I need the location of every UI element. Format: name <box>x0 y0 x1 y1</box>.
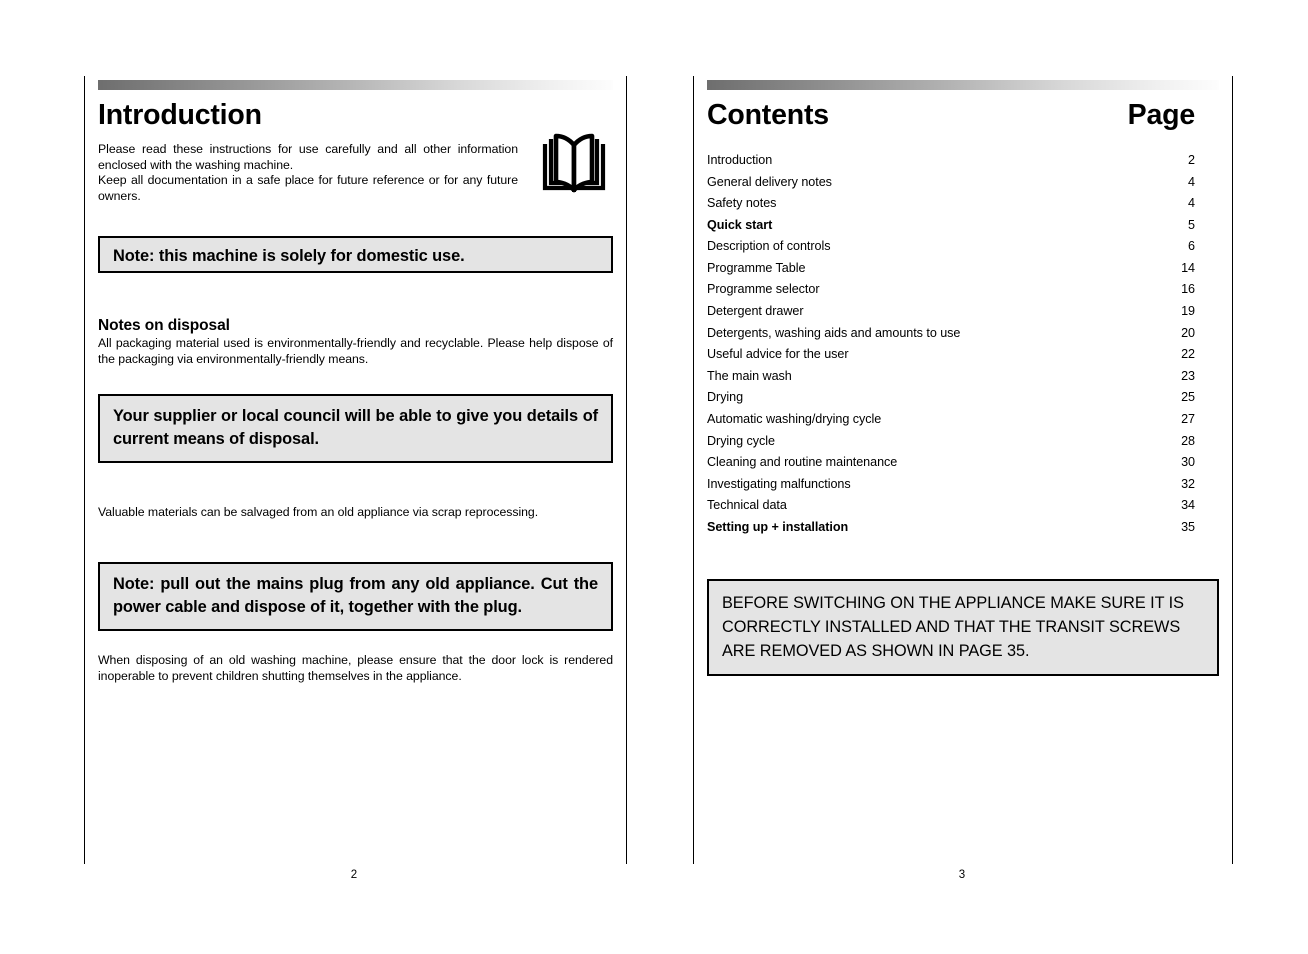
left-page-right-rule <box>625 76 627 864</box>
toc-entry-label: Safety notes <box>707 196 777 211</box>
toc-entry-label: Setting up + installation <box>707 520 849 535</box>
right-page-content: Contents Page Introduction 2 General deliv… <box>707 76 1219 864</box>
callout-transit-warning-text: BEFORE SWITCHING ON THE APPLIANCE MAKE S… <box>722 593 1184 660</box>
toc-row[interactable]: Setting up + installation 35 <box>707 517 1219 539</box>
toc-entry-page: 32 <box>1181 476 1195 491</box>
toc-entry-page: 34 <box>1181 498 1195 513</box>
toc-row[interactable]: General delivery notes 4 <box>707 172 1219 194</box>
disposal-heading: Notes on disposal <box>98 317 230 335</box>
toc-entry-label: Programme Table <box>707 260 806 275</box>
manual-spread: Introduction Please read these instructi… <box>0 0 1308 954</box>
toc-entry-page: 20 <box>1181 325 1195 340</box>
toc-entry-label: General delivery notes <box>707 174 832 189</box>
toc-row[interactable]: Safety notes 4 <box>707 193 1219 215</box>
toc-entry-label: Programme selector <box>707 282 820 297</box>
callout-mains-plug-text: Note: pull out the mains plug from any o… <box>113 575 598 617</box>
toc-row[interactable]: The main wash 23 <box>707 366 1219 388</box>
right-page-right-rule <box>1231 76 1233 864</box>
toc-entry-label: Detergent drawer <box>707 304 804 319</box>
toc-entry-page: 19 <box>1181 304 1195 319</box>
header-gradient-bar <box>98 80 613 90</box>
book-spine <box>572 142 576 192</box>
toc-entry-label: Introduction <box>707 152 773 167</box>
callout-transit-warning: BEFORE SWITCHING ON THE APPLIANCE MAKE S… <box>707 578 1219 676</box>
toc-row[interactable]: Programme Table 14 <box>707 258 1219 280</box>
callout-domestic-use: Note: this machine is solely for domesti… <box>98 236 613 274</box>
toc-entry-label: Quick start <box>707 217 773 232</box>
toc-entry-page: 16 <box>1181 282 1195 297</box>
contents-header: Contents Page <box>707 90 1219 131</box>
toc-entry-page: 22 <box>1181 347 1195 362</box>
toc-entry-page: 14 <box>1181 260 1195 275</box>
folio-left: 2 <box>350 869 358 881</box>
toc-entry-page: 35 <box>1181 520 1195 535</box>
toc-entry-label: Drying cycle <box>707 433 775 448</box>
page-title: Introduction <box>98 99 262 131</box>
right-page: Contents Page Introduction 2 General deliv… <box>693 76 1233 864</box>
toc-entry-page: 23 <box>1181 368 1195 383</box>
toc-row[interactable]: Drying 25 <box>707 387 1219 409</box>
callout-supplier-council: Your supplier or local council will be a… <box>98 394 613 464</box>
toc-entry-label: Detergents, washing aids and amounts to … <box>707 325 961 340</box>
toc-entry-page: 30 <box>1181 455 1195 470</box>
door-lock-paragraph: When disposing of an old washing machine… <box>98 653 613 683</box>
right-page-left-rule <box>693 76 695 864</box>
page-column-header: Page <box>1127 99 1196 131</box>
disposal-paragraph: All packaging material used is environme… <box>98 336 613 366</box>
toc-entry-label: Investigating malfunctions <box>707 476 851 491</box>
salvage-paragraph: Valuable materials can be salvaged from … <box>98 505 539 520</box>
toc-entry-label: Useful advice for the user <box>707 347 849 362</box>
toc-entry-page: 4 <box>1188 174 1195 189</box>
disposal-section: Notes on disposal All packaging material… <box>98 317 613 367</box>
toc-entry-page: 5 <box>1188 217 1195 232</box>
toc-entry-page: 25 <box>1181 390 1195 405</box>
toc-entry-page: 4 <box>1188 196 1195 211</box>
left-page-left-rule <box>84 76 86 864</box>
toc-row[interactable]: Cleaning and routine maintenance 30 <box>707 452 1219 474</box>
toc-row[interactable]: Useful advice for the user 22 <box>707 344 1219 366</box>
toc-row[interactable]: Technical data 34 <box>707 495 1219 517</box>
toc-entry-page: 6 <box>1188 239 1195 254</box>
toc-row[interactable]: Detergents, washing aids and amounts to … <box>707 323 1219 345</box>
toc-entry-page: 28 <box>1181 433 1195 448</box>
toc-entry-page: 27 <box>1181 412 1195 427</box>
page-title: Contents <box>707 99 829 131</box>
toc-row[interactable]: Description of controls 6 <box>707 236 1219 258</box>
folio-right: 3 <box>958 869 966 881</box>
toc-row[interactable]: Drying cycle 28 <box>707 431 1219 453</box>
toc-row[interactable]: Investigating malfunctions 32 <box>707 474 1219 496</box>
left-page-content: Introduction Please read these instructi… <box>98 76 613 864</box>
toc-entry-label: The main wash <box>707 368 792 383</box>
toc-row[interactable]: Detergent drawer 19 <box>707 301 1219 323</box>
callout-mains-plug: Note: pull out the mains plug from any o… <box>98 562 613 632</box>
open-book-icon <box>542 133 606 193</box>
header-gradient-bar <box>707 80 1219 90</box>
toc-row[interactable]: Programme selector 16 <box>707 279 1219 301</box>
toc-entry-label: Automatic washing/drying cycle <box>707 412 882 427</box>
toc-entry-label: Technical data <box>707 498 787 513</box>
toc-entry-page: 2 <box>1188 152 1195 167</box>
left-page: Introduction Please read these instructi… <box>84 76 627 864</box>
toc-row[interactable]: Introduction 2 <box>707 150 1219 172</box>
toc-entry-label: Description of controls <box>707 239 831 254</box>
callout-domestic-use-text: Note: this machine is solely for domesti… <box>113 247 465 266</box>
intro-line-2: Keep all documentation in a safe place f… <box>98 173 518 203</box>
toc-entry-label: Cleaning and routine maintenance <box>707 455 898 470</box>
toc-row[interactable]: Automatic washing/drying cycle 27 <box>707 409 1219 431</box>
callout-supplier-council-text: Your supplier or local council will be a… <box>113 407 598 449</box>
intro-line-1: Please read these instructions for use c… <box>98 141 518 172</box>
intro-paragraph: Please read these instructions for use c… <box>98 142 518 204</box>
toc-row[interactable]: Quick start 5 <box>707 215 1219 237</box>
toc-entry-label: Drying <box>707 390 744 405</box>
table-of-contents: Introduction 2 General delivery notes 4 Safe… <box>707 150 1219 539</box>
